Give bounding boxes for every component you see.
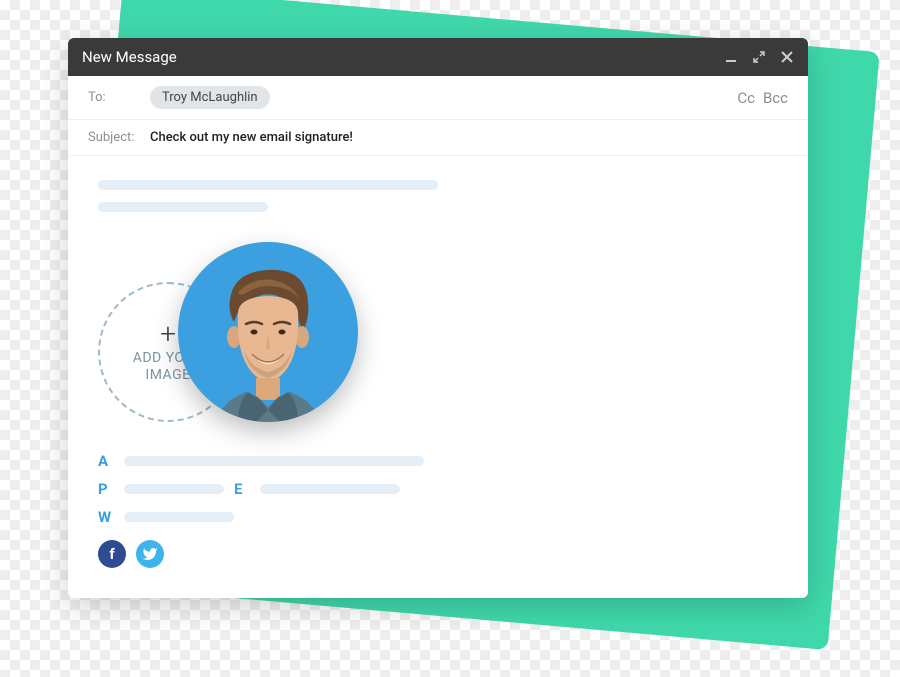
email-label: E [234,480,250,498]
social-icons: f [98,540,778,568]
twitter-icon[interactable] [136,540,164,568]
subject-label: Subject: [88,130,138,145]
text-placeholder [124,484,224,494]
text-placeholder [124,512,234,522]
add-image-label-2: IMAGE [145,367,190,384]
subject-input[interactable]: Check out my new email signature! [150,130,353,145]
info-row-website: W [98,508,778,526]
titlebar: New Message [68,38,808,76]
phone-label: P [98,480,114,498]
subject-row[interactable]: Subject: Check out my new email signatur… [68,120,808,156]
expand-icon[interactable] [752,50,766,64]
avatar[interactable] [178,242,358,422]
text-placeholder [98,180,438,190]
minimize-icon[interactable] [724,50,738,64]
window-title: New Message [82,48,177,66]
window-controls [724,50,794,64]
compose-window: New Message To: Troy McLaughlin Cc Bcc [68,38,808,598]
to-label: To: [88,90,138,105]
avatar-image [178,242,358,422]
text-placeholder [260,484,400,494]
cc-link[interactable]: Cc [737,89,755,107]
info-row-address: A [98,452,778,470]
info-row-phone-email: P E [98,480,778,498]
text-placeholder [124,456,424,466]
facebook-glyph: f [109,545,114,563]
address-label: A [98,452,114,470]
message-body[interactable]: + ADD YOUR IMAGE [68,156,808,598]
recipient-chip[interactable]: Troy McLaughlin [150,86,270,109]
close-icon[interactable] [780,50,794,64]
to-row[interactable]: To: Troy McLaughlin Cc Bcc [68,76,808,120]
website-label: W [98,508,114,526]
signature-info: A P E W [98,452,778,526]
facebook-icon[interactable]: f [98,540,126,568]
bcc-link[interactable]: Bcc [763,89,788,107]
signature-image-area: + ADD YOUR IMAGE [98,242,778,422]
plus-icon: + [160,320,176,348]
text-placeholder [98,202,268,212]
